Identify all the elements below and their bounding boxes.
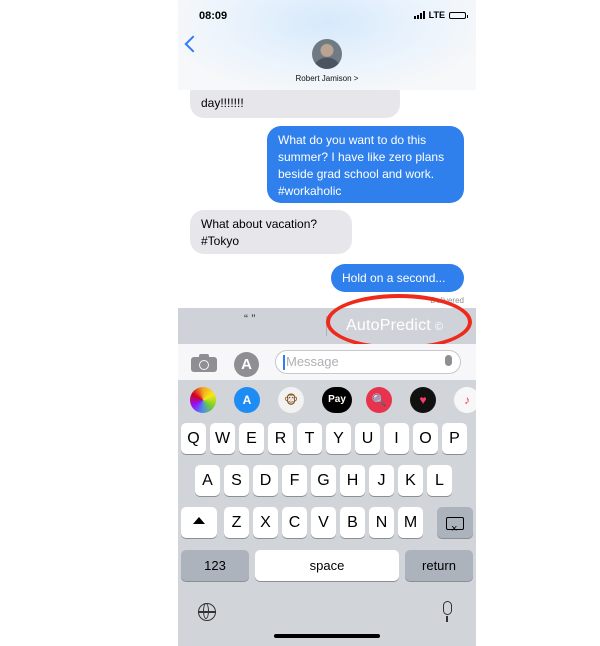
key-l[interactable]: L: [427, 465, 452, 496]
highlight-annotation-oval: [326, 294, 472, 350]
digital-touch-app-icon[interactable]: ♥: [410, 387, 436, 413]
key-t[interactable]: T: [297, 423, 322, 454]
app-store-icon[interactable]: A: [234, 352, 259, 377]
back-chevron-icon[interactable]: [184, 35, 202, 53]
microphone-icon[interactable]: [445, 355, 452, 366]
imessage-app-drawer: A 🐵 Pay 🔍 ♥ ♪: [178, 380, 476, 420]
apple-pay-app-icon[interactable]: Pay: [322, 387, 352, 413]
photos-app-icon[interactable]: [190, 387, 216, 413]
animoji-app-icon[interactable]: 🐵: [278, 387, 304, 413]
key-e[interactable]: E: [239, 423, 264, 454]
network-label: LTE: [428, 10, 445, 20]
app-store-app-icon[interactable]: A: [234, 387, 260, 413]
space-key[interactable]: space: [255, 550, 399, 581]
key-b[interactable]: B: [340, 507, 365, 538]
key-a[interactable]: A: [195, 465, 220, 496]
key-d[interactable]: D: [253, 465, 278, 496]
key-g[interactable]: G: [311, 465, 336, 496]
key-p[interactable]: P: [442, 423, 467, 454]
key-j[interactable]: J: [369, 465, 394, 496]
globe-icon[interactable]: [198, 603, 216, 621]
delete-icon: ×: [446, 517, 464, 535]
delete-key[interactable]: ×: [437, 507, 473, 538]
numbers-key[interactable]: 123: [181, 550, 249, 581]
status-time: 08:09: [199, 10, 228, 22]
conversation-header: 08:09 LTE Robert Jamison >: [178, 0, 476, 90]
message-bubble-incoming[interactable]: What about vacation? #Tokyo: [190, 210, 352, 254]
key-c[interactable]: C: [282, 507, 307, 538]
message-input-row: A Message: [178, 344, 476, 381]
key-w[interactable]: W: [210, 423, 235, 454]
message-bubble-outgoing[interactable]: What do you want to do this summer? I ha…: [267, 126, 464, 203]
key-i[interactable]: I: [384, 423, 409, 454]
prediction-quotes[interactable]: “ ”: [244, 312, 255, 326]
apple-pay-label: Pay: [328, 394, 346, 405]
camera-icon[interactable]: [191, 353, 217, 372]
key-s[interactable]: S: [224, 465, 249, 496]
message-bubble-incoming[interactable]: day!!!!!!!: [190, 90, 400, 118]
shift-arrow-icon: [193, 517, 205, 525]
key-m[interactable]: M: [398, 507, 423, 538]
key-h[interactable]: H: [340, 465, 365, 496]
search-images-app-icon[interactable]: 🔍: [366, 387, 392, 413]
key-k[interactable]: K: [398, 465, 423, 496]
key-y[interactable]: Y: [326, 423, 351, 454]
shift-key[interactable]: [181, 507, 217, 538]
key-v[interactable]: V: [311, 507, 336, 538]
keyboard: Q W E R T Y U I O P A S D F G H J K L Z …: [178, 420, 476, 646]
message-input[interactable]: Message: [275, 350, 461, 374]
battery-icon: [449, 11, 468, 19]
message-thread[interactable]: day!!!!!!! What do you want to do this s…: [178, 90, 476, 308]
dictation-microphone-icon[interactable]: [443, 601, 452, 622]
key-x[interactable]: X: [253, 507, 278, 538]
music-app-icon[interactable]: ♪: [454, 387, 476, 413]
status-indicators: LTE: [413, 10, 468, 20]
home-indicator[interactable]: [274, 634, 380, 638]
return-key[interactable]: return: [405, 550, 473, 581]
signal-icon: [413, 11, 425, 19]
key-z[interactable]: Z: [224, 507, 249, 538]
contact-name[interactable]: Robert Jamison >: [178, 74, 476, 83]
key-n[interactable]: N: [369, 507, 394, 538]
key-f[interactable]: F: [282, 465, 307, 496]
key-o[interactable]: O: [413, 423, 438, 454]
key-u[interactable]: U: [355, 423, 380, 454]
key-r[interactable]: R: [268, 423, 293, 454]
contact-avatar[interactable]: [312, 39, 342, 69]
key-q[interactable]: Q: [181, 423, 206, 454]
text-cursor: [283, 355, 285, 370]
message-placeholder: Message: [286, 354, 339, 369]
phone-screen: 08:09 LTE Robert Jamison > day!!!!!!! Wh…: [178, 0, 476, 646]
message-bubble-outgoing[interactable]: Hold on a second...: [331, 264, 464, 292]
